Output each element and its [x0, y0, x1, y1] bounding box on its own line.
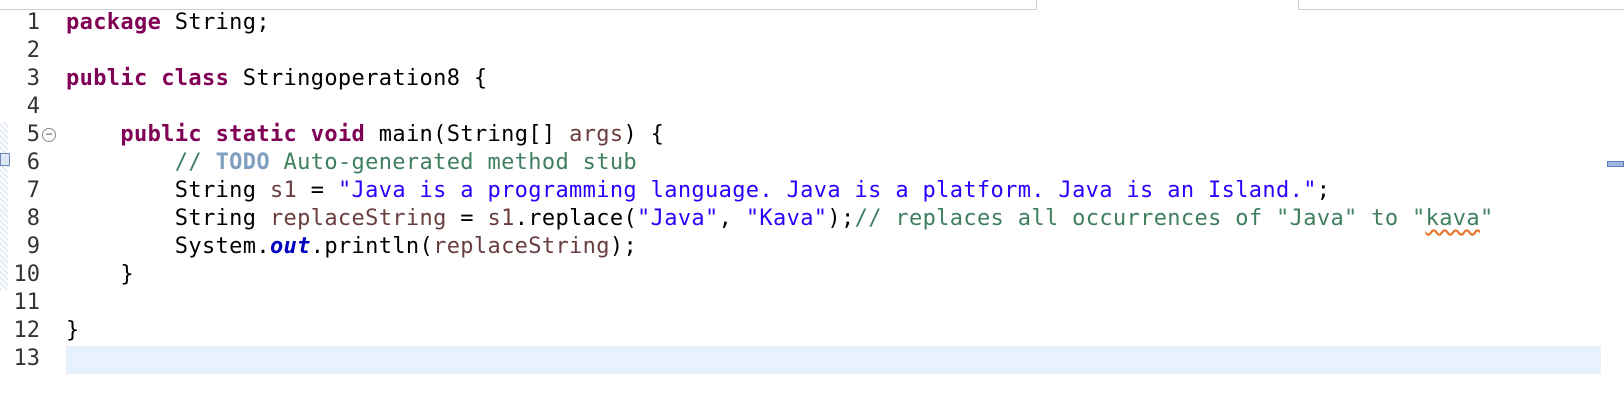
code-token: void: [310, 122, 366, 147]
code-line[interactable]: 13: [0, 345, 1624, 373]
code-line[interactable]: 4: [0, 93, 1624, 121]
code-token: "Java is a programming language. Java is…: [337, 178, 1317, 203]
line-number: 1: [26, 10, 40, 35]
code-token: }: [66, 262, 134, 287]
code-line[interactable]: 11: [0, 289, 1624, 317]
code-token: }: [66, 318, 80, 343]
line-number: 5: [26, 122, 40, 147]
code-text: // TODO Auto-generated method stub: [66, 149, 637, 177]
line-number: 10: [13, 262, 41, 287]
code-token: // replaces all occurrences of "Java" to…: [854, 206, 1426, 231]
line-number: 4: [26, 94, 40, 119]
code-token: s1: [487, 206, 515, 231]
code-token: System.: [66, 234, 270, 259]
code-token: =: [297, 178, 338, 203]
code-editor[interactable]: 1 package String; 2 3 public class Stringope…: [0, 9, 1624, 373]
code-token: replaceString: [433, 234, 610, 259]
code-token: replaceString: [269, 206, 447, 231]
line-number: 12: [13, 318, 41, 343]
code-token: kava: [1425, 206, 1480, 231]
code-token: args: [569, 122, 624, 147]
code-token: .println(: [310, 234, 434, 259]
code-token: Stringoperation8 {: [229, 66, 488, 91]
code-text: package String;: [66, 9, 270, 37]
code-text: System.out.println(replaceString);: [66, 233, 637, 261]
code-token: out: [269, 234, 311, 259]
line-number: 13: [13, 346, 41, 371]
code-token: "Kava": [745, 206, 828, 231]
line-number: 3: [26, 66, 40, 91]
code-line[interactable]: 9 System.out.println(replaceString);: [0, 233, 1624, 261]
code-token: ;: [1316, 178, 1331, 203]
code-token: .replace(: [514, 206, 638, 231]
code-text: public class Stringoperation8 {: [66, 65, 487, 93]
code-token: main(String[]: [365, 122, 570, 147]
code-line[interactable]: 3 public class Stringoperation8 {: [0, 65, 1624, 93]
line-number: 7: [26, 178, 40, 203]
code-line[interactable]: 8 String replaceString = s1.replace("Jav…: [0, 205, 1624, 233]
code-text: }: [66, 261, 134, 289]
code-line[interactable]: 12}: [0, 317, 1624, 345]
line-number: 8: [26, 206, 40, 231]
code-token: String: [66, 178, 270, 203]
collapse-minus-icon[interactable]: −: [42, 128, 56, 142]
code-text: String replaceString = s1.replace("Java"…: [66, 205, 1494, 233]
code-token: public: [120, 122, 202, 147]
code-text: String s1 = "Java is a programming langu…: [66, 177, 1330, 205]
code-text: public static void main(String[] args) {: [66, 121, 664, 149]
code-line[interactable]: 1 package String;: [0, 9, 1624, 37]
code-line[interactable]: 7 String s1 = "Java is a programming lan…: [0, 177, 1624, 205]
code-token: "Java": [637, 206, 719, 231]
code-line[interactable]: 2: [0, 37, 1624, 65]
code-token: static: [215, 122, 298, 147]
code-token: //: [174, 150, 216, 175]
code-token: Auto-generated method stub: [269, 150, 638, 175]
code-line[interactable]: 10 }: [0, 261, 1624, 289]
line-number: 2: [26, 38, 40, 63]
code-token: );: [609, 234, 638, 259]
code-token: public: [66, 66, 148, 91]
code-token: TODO: [215, 150, 270, 175]
code-token: =: [446, 206, 488, 231]
code-token: ,: [718, 206, 746, 231]
code-token: s1: [269, 178, 298, 203]
code-token: ": [1480, 206, 1494, 231]
code-token: String;: [161, 10, 270, 35]
code-token: ) {: [623, 122, 665, 147]
code-token: );: [827, 206, 855, 231]
code-line[interactable]: 5− public static void main(String[] args…: [0, 121, 1624, 149]
code-text: }: [66, 317, 80, 345]
line-number: 11: [13, 290, 41, 315]
code-token: String: [66, 206, 270, 231]
line-number: 9: [26, 234, 40, 259]
code-token: class: [161, 66, 230, 91]
line-number: 6: [26, 150, 40, 175]
code-token: package: [66, 10, 162, 35]
code-line[interactable]: 6 // TODO Auto-generated method stub: [0, 149, 1624, 177]
